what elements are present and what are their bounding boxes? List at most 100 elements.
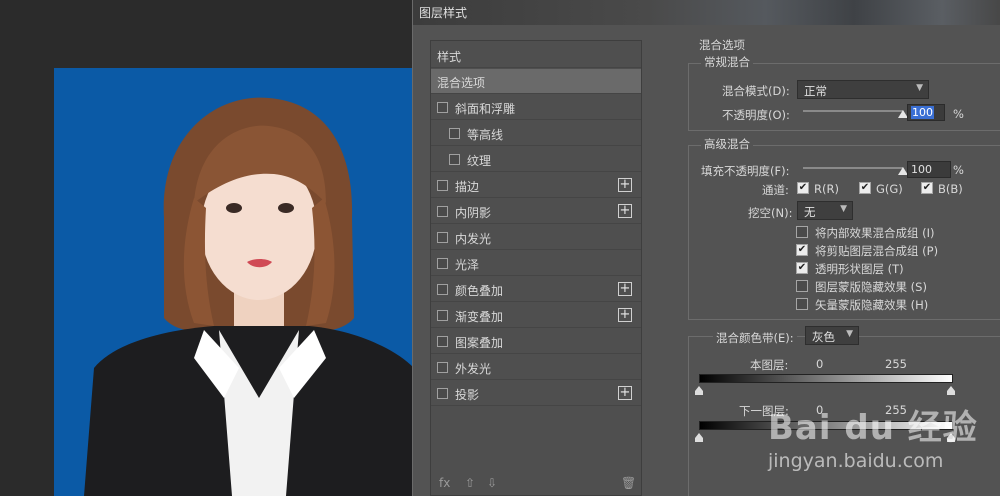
knockout-label: 挖空(N):: [748, 206, 793, 220]
style-item-8[interactable]: 光泽: [431, 251, 641, 276]
style-item-13[interactable]: 投影 +: [431, 381, 641, 406]
style-item-10[interactable]: 渐变叠加 +: [431, 303, 641, 328]
style-item-label: 内发光: [455, 232, 492, 246]
channel-checkbox[interactable]: ✔: [797, 182, 809, 194]
advanced-option-label: 将内部效果混合成组 (I): [815, 226, 935, 240]
advanced-blending-title: 高级混合: [701, 136, 753, 152]
add-effect-icon[interactable]: +: [618, 204, 632, 218]
style-item-1[interactable]: 混合选项: [431, 69, 641, 94]
this-layer-gradient-bar: [699, 374, 953, 383]
channels-label: 通道:: [762, 183, 789, 197]
style-item-checkbox[interactable]: [449, 128, 460, 139]
advanced-option-checkbox[interactable]: ✔: [796, 244, 808, 256]
style-item-label: 描边: [455, 180, 480, 194]
style-item-label: 投影: [455, 388, 480, 402]
style-item-checkbox[interactable]: [437, 310, 448, 321]
document-canvas[interactable]: [0, 0, 414, 496]
portrait-photo: [54, 68, 414, 496]
style-item-checkbox[interactable]: [437, 206, 448, 217]
trash-icon[interactable]: 🗑: [621, 476, 636, 490]
watermark-logo: Bai du 经验: [768, 408, 978, 448]
advanced-option-label: 将剪贴图层混合成组 (P): [815, 244, 939, 258]
style-item-6[interactable]: 内阴影 +: [431, 199, 641, 224]
style-item-12[interactable]: 外发光: [431, 355, 641, 380]
advanced-option-checkbox[interactable]: ✔: [796, 262, 808, 274]
style-item-0[interactable]: 样式: [431, 43, 641, 68]
blend-mode-select[interactable]: 正常 ▼: [797, 80, 929, 99]
fill-opacity-slider[interactable]: [803, 167, 903, 169]
style-item-checkbox[interactable]: [437, 232, 448, 243]
chevron-down-icon: ▼: [846, 329, 853, 339]
this-layer-label: 本图层:: [750, 358, 789, 372]
channel-checkbox[interactable]: ✔: [859, 182, 871, 194]
advanced-option-label: 图层蒙版隐藏效果 (S): [815, 280, 927, 294]
advanced-option-checkbox[interactable]: [796, 280, 808, 292]
blend-mode-value: 正常: [804, 84, 827, 98]
style-item-4[interactable]: 纹理: [431, 147, 641, 172]
channel-checkbox[interactable]: ✔: [921, 182, 933, 194]
add-effect-icon[interactable]: +: [618, 386, 632, 400]
fill-opacity-unit: %: [953, 163, 964, 177]
style-item-checkbox[interactable]: [437, 362, 448, 373]
style-item-checkbox[interactable]: [449, 154, 460, 165]
style-item-7[interactable]: 内发光: [431, 225, 641, 250]
opacity-input[interactable]: 100: [907, 104, 945, 121]
baidu-jingyan-watermark: Bai du 经验 jingyan.baidu.com: [762, 388, 1000, 496]
fx-icon[interactable]: fx: [439, 476, 450, 490]
styles-list: 样式混合选项 斜面和浮雕等高线纹理描边 + 内阴影 + 内发光光泽颜色叠加 + 渐变叠加 + 图案…: [430, 40, 642, 496]
blend-if-select[interactable]: 灰色 ▼: [805, 326, 859, 345]
advanced-option-checkbox[interactable]: [796, 226, 808, 238]
watermark-url: jingyan.baidu.com: [768, 450, 944, 472]
knockout-select[interactable]: 无 ▼: [797, 201, 853, 220]
style-item-checkbox[interactable]: [437, 388, 448, 399]
style-item-5[interactable]: 描边 +: [431, 173, 641, 198]
add-effect-icon[interactable]: +: [618, 282, 632, 296]
this-layer-min: 0: [816, 357, 824, 371]
style-item-label: 渐变叠加: [455, 310, 504, 324]
style-item-label: 等高线: [467, 128, 504, 142]
style-item-11[interactable]: 图案叠加: [431, 329, 641, 354]
blending-options-heading: 混合选项: [699, 38, 745, 52]
underlying-layer-black-stop[interactable]: [695, 433, 703, 442]
add-effect-icon[interactable]: +: [618, 178, 632, 192]
style-item-3[interactable]: 等高线: [431, 121, 641, 146]
style-item-9[interactable]: 颜色叠加 +: [431, 277, 641, 302]
knockout-value: 无: [804, 205, 816, 219]
channel-label: G(G): [876, 182, 903, 196]
blend-mode-label: 混合模式(D):: [722, 84, 790, 98]
channel-label: B(B): [938, 182, 963, 196]
advanced-option-label: 矢量蒙版隐藏效果 (H): [815, 298, 929, 312]
style-item-label: 光泽: [455, 258, 480, 272]
dialog-titlebar[interactable]: 图层样式: [413, 0, 1000, 25]
style-item-label: 外发光: [455, 362, 492, 376]
dialog-title: 图层样式: [419, 6, 468, 20]
style-item-label: 颜色叠加: [455, 284, 504, 298]
blend-if-value: 灰色: [812, 330, 835, 344]
opacity-unit: %: [953, 107, 964, 121]
add-effect-icon[interactable]: +: [618, 308, 632, 322]
advanced-option-label: 透明形状图层 (T): [815, 262, 904, 276]
fill-opacity-input[interactable]: 100: [907, 161, 951, 178]
styles-list-footer: fx ⇧ ⇩ 🗑: [431, 473, 641, 495]
style-item-label: 图案叠加: [455, 336, 504, 350]
move-down-icon[interactable]: ⇩: [487, 476, 497, 490]
portrait-illustration: [54, 68, 414, 496]
move-up-icon[interactable]: ⇧: [465, 476, 475, 490]
this-layer-max: 255: [885, 357, 907, 371]
style-item-checkbox[interactable]: [437, 102, 448, 113]
blend-if-label: 混合颜色带(E):: [713, 330, 797, 346]
this-layer-black-stop[interactable]: [695, 386, 703, 395]
advanced-option-checkbox[interactable]: [796, 298, 808, 310]
style-item-checkbox[interactable]: [437, 180, 448, 191]
general-blending-title: 常规混合: [701, 54, 753, 70]
style-item-2[interactable]: 斜面和浮雕: [431, 95, 641, 120]
style-item-label: 内阴影: [455, 206, 492, 220]
style-item-label: 样式: [437, 50, 462, 64]
channel-label: R(R): [814, 182, 839, 196]
opacity-label: 不透明度(O):: [722, 108, 790, 122]
style-item-checkbox[interactable]: [437, 258, 448, 269]
opacity-slider[interactable]: [803, 110, 903, 112]
style-item-checkbox[interactable]: [437, 336, 448, 347]
style-item-label: 纹理: [467, 154, 492, 168]
style-item-checkbox[interactable]: [437, 284, 448, 295]
